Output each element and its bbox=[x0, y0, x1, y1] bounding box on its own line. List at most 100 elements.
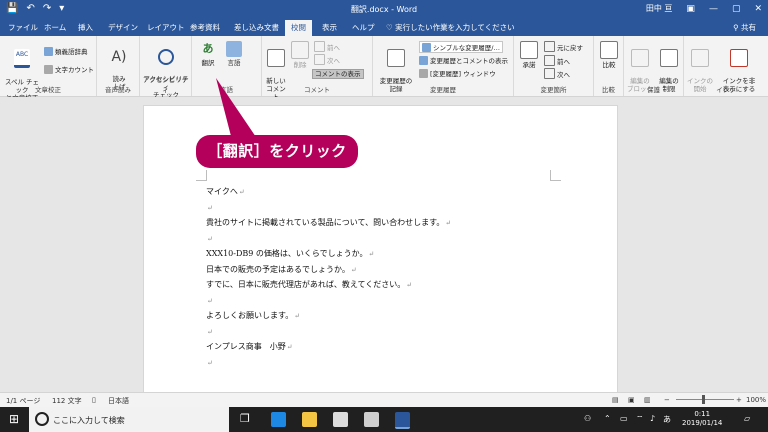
document-body[interactable]: マイクへ↵ ↵ 貴社のサイトに掲載されている製品について、問い合わせします。↵ … bbox=[206, 184, 451, 370]
word-count[interactable]: 112 文字 bbox=[52, 396, 82, 406]
windows-start-icon[interactable]: ⊞ bbox=[9, 412, 19, 426]
taskbar-search-box[interactable]: ここに入力して検索 bbox=[29, 407, 229, 432]
tab-insert[interactable]: 挿入 bbox=[78, 22, 93, 33]
share-button[interactable]: ⚲ 共有 bbox=[733, 22, 756, 33]
next-comment-icon bbox=[314, 54, 325, 65]
tab-references[interactable]: 参考資料 bbox=[190, 22, 220, 33]
store-icon[interactable] bbox=[333, 412, 348, 427]
taskbar-clock[interactable]: 0:11 2019/01/14 bbox=[682, 410, 722, 428]
network-icon[interactable]: ⌔ bbox=[636, 414, 644, 424]
zoom-slider[interactable] bbox=[676, 399, 734, 400]
doc-line: XXX10-DB9 の価格は、いくらでしょうか。↵ bbox=[206, 249, 375, 258]
group-changes: 承諾 元に戻す 前へ 次へ 変更箇所 bbox=[514, 36, 594, 96]
accept-button[interactable]: 承諾 bbox=[518, 41, 540, 69]
translate-button[interactable]: あ 翻訳 bbox=[196, 41, 220, 67]
next-comment-button[interactable]: 次へ bbox=[314, 54, 340, 65]
reviewing-pane-button[interactable]: [変更履歴] ウィンドウ bbox=[419, 68, 496, 78]
file-explorer-icon[interactable] bbox=[302, 412, 317, 427]
person-icon: ⚲ bbox=[733, 23, 741, 32]
group-protect: 編集の ブロック 編集の 制限 保護 bbox=[624, 36, 684, 96]
doc-line: 日本での販売の予定はあるでしょうか。↵ bbox=[206, 264, 357, 274]
crop-mark-top-left bbox=[196, 170, 207, 181]
user-name[interactable]: 田中 亘 bbox=[646, 3, 673, 14]
new-comment-icon bbox=[267, 49, 285, 67]
document-canvas: マイクへ↵ ↵ 貴社のサイトに掲載されている製品について、問い合わせします。↵ … bbox=[0, 97, 768, 394]
cortana-icon bbox=[35, 412, 49, 426]
reviewing-pane-icon bbox=[419, 69, 428, 78]
tab-home[interactable]: ホーム bbox=[44, 22, 66, 33]
language-icon bbox=[226, 41, 242, 57]
close-icon[interactable]: ✕ bbox=[754, 4, 762, 14]
action-center-icon[interactable]: ▱ bbox=[744, 414, 750, 423]
tab-mailings[interactable]: 差し込み文書 bbox=[234, 22, 279, 33]
zoom-in-button[interactable]: + bbox=[736, 396, 742, 404]
compare-button[interactable]: 比較 bbox=[597, 41, 621, 69]
tab-help[interactable]: ヘルプ bbox=[352, 22, 375, 33]
tab-file[interactable]: ファイル bbox=[8, 22, 38, 33]
markup-dropdown[interactable]: シンプルな変更履歴/… bbox=[419, 41, 503, 53]
next-change-button[interactable]: 次へ bbox=[544, 68, 570, 79]
mail-icon[interactable] bbox=[364, 412, 379, 427]
show-comments-button[interactable]: コメントの表示 bbox=[312, 68, 364, 79]
language-button[interactable]: 言語 bbox=[222, 41, 246, 67]
status-bar: 1/1 ページ 112 文字 ▯ 日本語 ▤ ▣ ▥ − + 100% bbox=[0, 392, 768, 408]
print-layout-icon[interactable]: ▣ bbox=[628, 396, 635, 404]
zoom-slider-thumb[interactable] bbox=[702, 395, 705, 404]
delete-comment-button[interactable]: 削除 bbox=[290, 41, 310, 69]
ribbon-display-icon[interactable]: ▣ bbox=[686, 4, 695, 14]
proofing-status-icon[interactable]: ▯ bbox=[92, 396, 96, 404]
tab-view[interactable]: 表示 bbox=[322, 22, 337, 33]
group-speech: A) 読み 上げ 音声読み bbox=[97, 36, 140, 96]
group-tracking: 変更履歴の 記録 シンプルな変更履歴/… 変更履歴とコメントの表示 [変更履歴]… bbox=[373, 36, 514, 96]
web-layout-icon[interactable]: ▥ bbox=[644, 396, 651, 404]
people-icon[interactable]: ⚇ bbox=[584, 414, 591, 423]
group-label-proofing: 文章校正 bbox=[35, 86, 61, 94]
doc-line: ↵ bbox=[207, 203, 213, 212]
group-label-accessibility: アクセシビリティ bbox=[142, 76, 189, 94]
lightbulb-icon: ♡ bbox=[386, 23, 396, 32]
thesaurus-button[interactable]: 類義語辞典 bbox=[44, 46, 88, 56]
word-taskbar-icon[interactable] bbox=[395, 412, 410, 429]
ribbon-tabs: ファイル ホーム 挿入 デザイン レイアウト 参考資料 差し込み文書 校閲 表示… bbox=[0, 19, 768, 36]
zoom-out-button[interactable]: − bbox=[664, 396, 670, 404]
show-markup-button[interactable]: 変更履歴とコメントの表示 bbox=[419, 55, 508, 65]
title-bar: 💾 ↶ ↷ ▾ 翻訳.docx - Word 田中 亘 ▣ — ▢ ✕ bbox=[0, 0, 768, 19]
group-label-comments: コメント bbox=[304, 86, 330, 94]
page-count[interactable]: 1/1 ページ bbox=[6, 396, 40, 406]
doc-line: ↵ bbox=[207, 327, 213, 336]
group-ink: インクの 開始 インクを非 表示にする インク bbox=[684, 36, 768, 96]
reject-button[interactable]: 元に戻す bbox=[544, 41, 583, 52]
thesaurus-icon bbox=[44, 47, 53, 56]
previous-comment-button[interactable]: 前へ bbox=[314, 41, 340, 52]
word-count-button[interactable]: 文字カウント bbox=[44, 64, 94, 74]
task-view-icon[interactable]: ❐ bbox=[240, 412, 250, 425]
read-mode-icon[interactable]: ▤ bbox=[612, 396, 619, 404]
abc-check-icon: ABC bbox=[14, 49, 30, 68]
windows-taskbar: ⊞ ここに入力して検索 ❐ ⚇ ⌃ ▭ ⌔ ♪ あ 0:11 2019/01/1… bbox=[0, 407, 768, 432]
track-changes-icon bbox=[387, 49, 405, 67]
zoom-level[interactable]: 100% bbox=[746, 396, 766, 404]
markup-icon bbox=[422, 43, 431, 52]
group-label-ink: インク bbox=[716, 86, 736, 94]
translate-icon: あ bbox=[202, 42, 214, 55]
ribbon: ABC スペル チェック と文章校正 類義語辞典 文字カウント 文章校正 A) … bbox=[0, 36, 768, 102]
battery-icon[interactable]: ▭ bbox=[620, 414, 628, 423]
language-status[interactable]: 日本語 bbox=[108, 396, 129, 406]
clock-time: 0:11 bbox=[694, 410, 711, 418]
tray-chevron-icon[interactable]: ⌃ bbox=[604, 414, 611, 423]
delete-comment-icon bbox=[291, 41, 309, 59]
minimize-icon[interactable]: — bbox=[709, 4, 718, 14]
ime-mode[interactable]: あ bbox=[663, 414, 671, 425]
doc-line: 貴社のサイトに掲載されている製品について、問い合わせします。↵ bbox=[206, 218, 452, 227]
tab-layout[interactable]: レイアウト bbox=[147, 22, 185, 33]
volume-icon[interactable]: ♪ bbox=[650, 414, 655, 423]
tell-me-box[interactable]: ♡ 実行したい作業を入力してください bbox=[386, 22, 515, 33]
group-label-changes: 変更箇所 bbox=[540, 86, 567, 94]
accessibility-icon bbox=[158, 49, 174, 65]
tab-design[interactable]: デザイン bbox=[108, 22, 138, 33]
pen-icon bbox=[691, 49, 709, 67]
edge-icon[interactable] bbox=[271, 412, 286, 427]
previous-change-button[interactable]: 前へ bbox=[544, 55, 570, 66]
maximize-icon[interactable]: ▢ bbox=[732, 4, 741, 14]
tab-review[interactable]: 校閲 bbox=[285, 20, 312, 36]
